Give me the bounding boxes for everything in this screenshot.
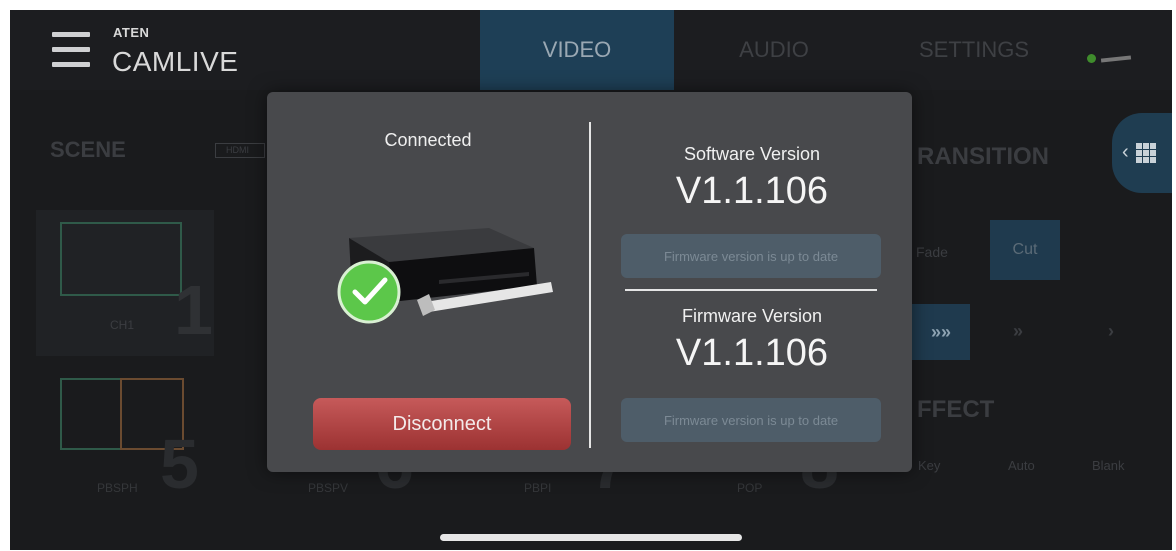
software-version-value: V1.1.106 bbox=[675, 170, 829, 212]
hdmi-badge: HDMI bbox=[215, 143, 265, 158]
firmware-version-value: V1.1.106 bbox=[675, 332, 829, 374]
home-indicator[interactable] bbox=[440, 534, 742, 541]
hamburger-menu-icon[interactable] bbox=[52, 30, 90, 70]
disconnect-button[interactable]: Disconnect bbox=[313, 398, 571, 450]
scene-preview-frame-left bbox=[60, 378, 122, 450]
connection-dialog: Connected Disconnect Software Version V1… bbox=[267, 92, 912, 472]
brand-logo-small: ATEN bbox=[113, 25, 150, 40]
effect-blank-button[interactable]: Blank bbox=[1092, 458, 1125, 473]
firmware-version-label: Firmware Version bbox=[681, 306, 823, 326]
tab-settings[interactable]: SETTINGS bbox=[874, 10, 1074, 90]
transition-heading: RANSITION bbox=[917, 143, 1049, 170]
speed-fast-button[interactable]: »» bbox=[912, 304, 970, 360]
scene-tile-ch1[interactable]: 1 CH1 bbox=[36, 210, 214, 356]
vertical-divider bbox=[589, 122, 591, 448]
software-update-status[interactable]: Firmware version is up to date bbox=[621, 234, 881, 278]
software-version-label: Software Version bbox=[683, 144, 821, 164]
effect-heading: FFECT bbox=[917, 396, 995, 423]
scene-heading: SCENE bbox=[50, 137, 126, 162]
device-image bbox=[337, 228, 553, 324]
scene-label: PBSPV bbox=[308, 481, 349, 495]
grid-toggle-button[interactable]: ‹ bbox=[1112, 113, 1172, 193]
grid-icon bbox=[1136, 143, 1156, 163]
scene-label: POP bbox=[737, 481, 763, 495]
section-divider bbox=[625, 289, 877, 291]
effect-key-button[interactable]: Key bbox=[918, 458, 940, 473]
tab-video[interactable]: VIDEO bbox=[480, 10, 674, 90]
scene-number: 5 bbox=[160, 425, 199, 503]
firmware-update-status[interactable]: Firmware version is up to date bbox=[621, 398, 881, 442]
top-bar: ATEN CAMLIVE VIDEO AUDIO SETTINGS bbox=[10, 10, 1172, 90]
speed-medium-button[interactable]: » bbox=[1013, 321, 1023, 342]
scene-preview-frame bbox=[60, 222, 182, 296]
scene-label: PBSPH bbox=[97, 481, 138, 495]
scene-label: CH1 bbox=[110, 318, 135, 332]
effect-auto-button[interactable]: Auto bbox=[1008, 458, 1035, 473]
check-icon bbox=[337, 260, 401, 324]
app-screen: ATEN CAMLIVE VIDEO AUDIO SETTINGS SCENE … bbox=[10, 10, 1172, 550]
chevron-left-icon: ‹ bbox=[1122, 141, 1129, 163]
battery-icon bbox=[1087, 54, 1133, 64]
tab-audio[interactable]: AUDIO bbox=[674, 10, 874, 90]
brand-logo: CAMLIVE bbox=[112, 46, 239, 77]
fade-button[interactable]: Fade bbox=[916, 244, 948, 260]
connection-status: Connected bbox=[384, 130, 472, 150]
scene-label: PBPI bbox=[524, 481, 552, 495]
scene-number: 1 bbox=[174, 271, 213, 349]
cut-button[interactable]: Cut bbox=[990, 220, 1060, 280]
speed-slow-button[interactable]: › bbox=[1108, 321, 1114, 342]
